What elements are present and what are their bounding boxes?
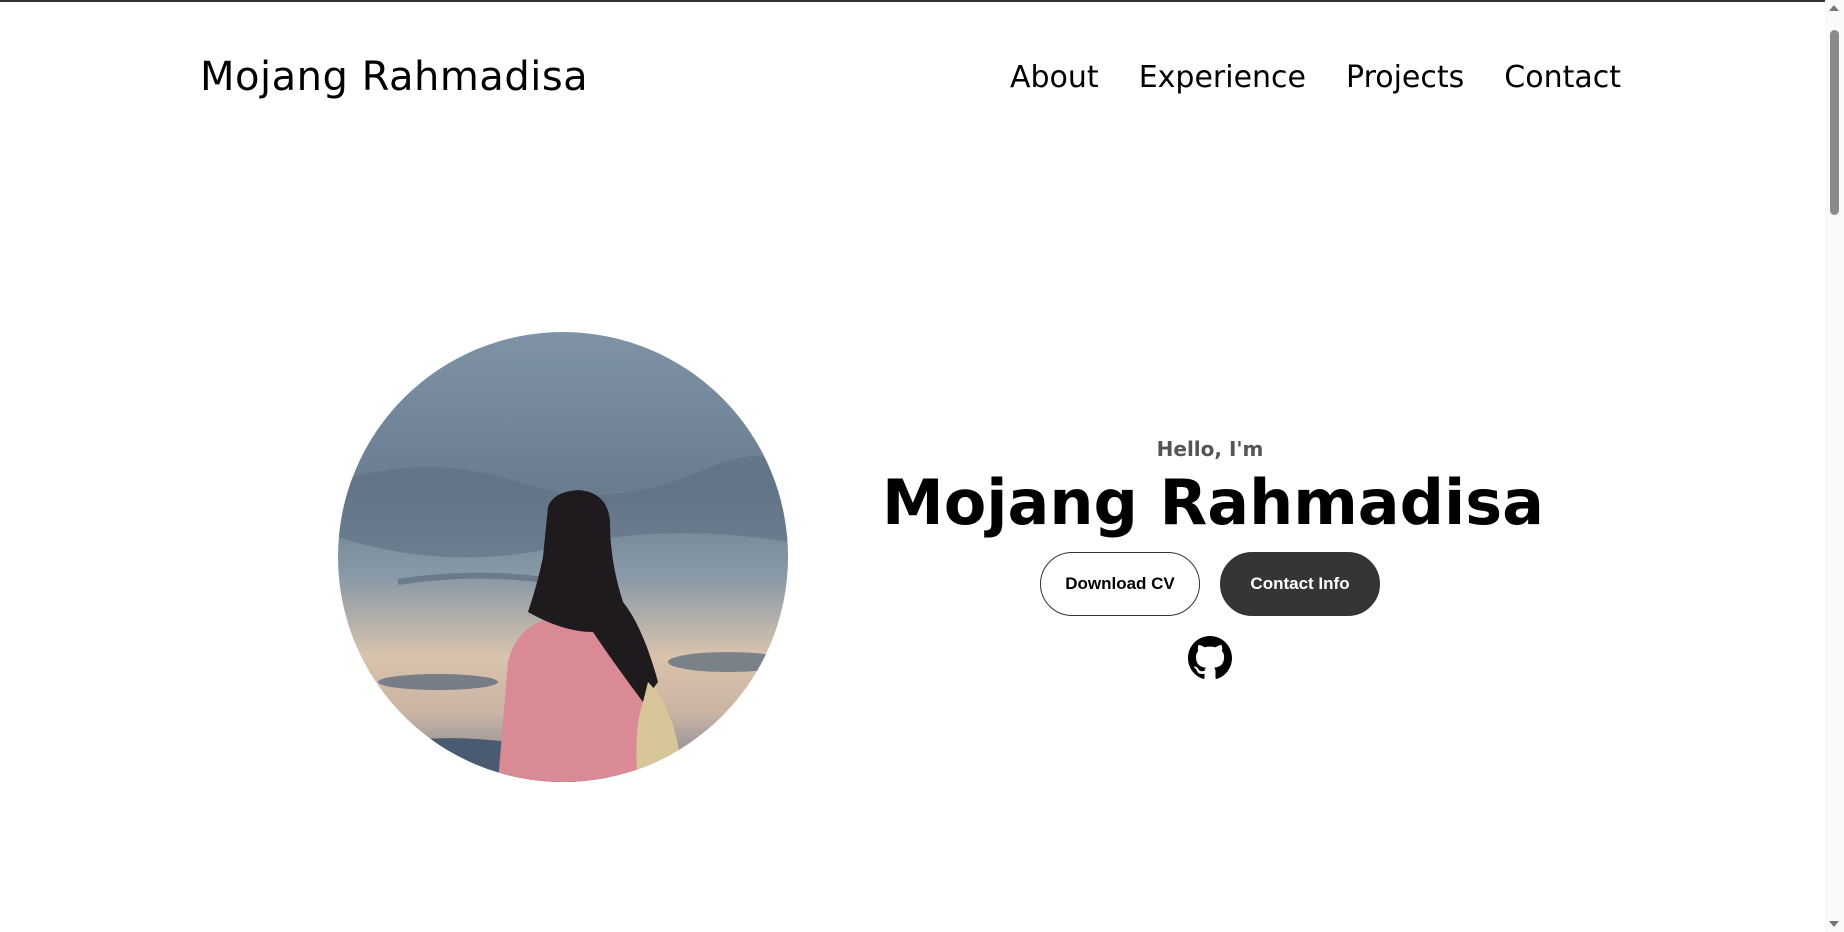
scroll-down-icon[interactable]	[1829, 921, 1839, 927]
button-container: Download CV Contact Info	[882, 552, 1538, 616]
hero-text: Hello, I'm Mojang Rahmadisa Download CV …	[882, 434, 1545, 680]
github-icon[interactable]	[1188, 636, 1232, 680]
download-cv-button[interactable]: Download CV	[1040, 552, 1200, 616]
hero-name: Mojang Rahmadisa	[882, 466, 1545, 539]
scrollbar[interactable]	[1825, 0, 1844, 932]
socials-container	[882, 636, 1538, 680]
profile-picture	[338, 332, 788, 782]
desktop-nav: Mojang Rahmadisa About Experience Projec…	[0, 0, 1825, 165]
nav-link-about[interactable]: About	[1010, 60, 1099, 95]
scroll-up-icon[interactable]	[1829, 5, 1839, 11]
nav-link-projects[interactable]: Projects	[1346, 60, 1464, 95]
scroll-thumb[interactable]	[1830, 30, 1839, 215]
greeting-text: Hello, I'm	[1156, 437, 1264, 461]
nav-link-contact[interactable]: Contact	[1504, 60, 1621, 95]
contact-info-button[interactable]: Contact Info	[1220, 552, 1380, 616]
site-logo[interactable]: Mojang Rahmadisa	[200, 54, 588, 100]
nav-link-experience[interactable]: Experience	[1139, 60, 1306, 95]
nav-links: About Experience Projects Contact	[1010, 60, 1621, 95]
